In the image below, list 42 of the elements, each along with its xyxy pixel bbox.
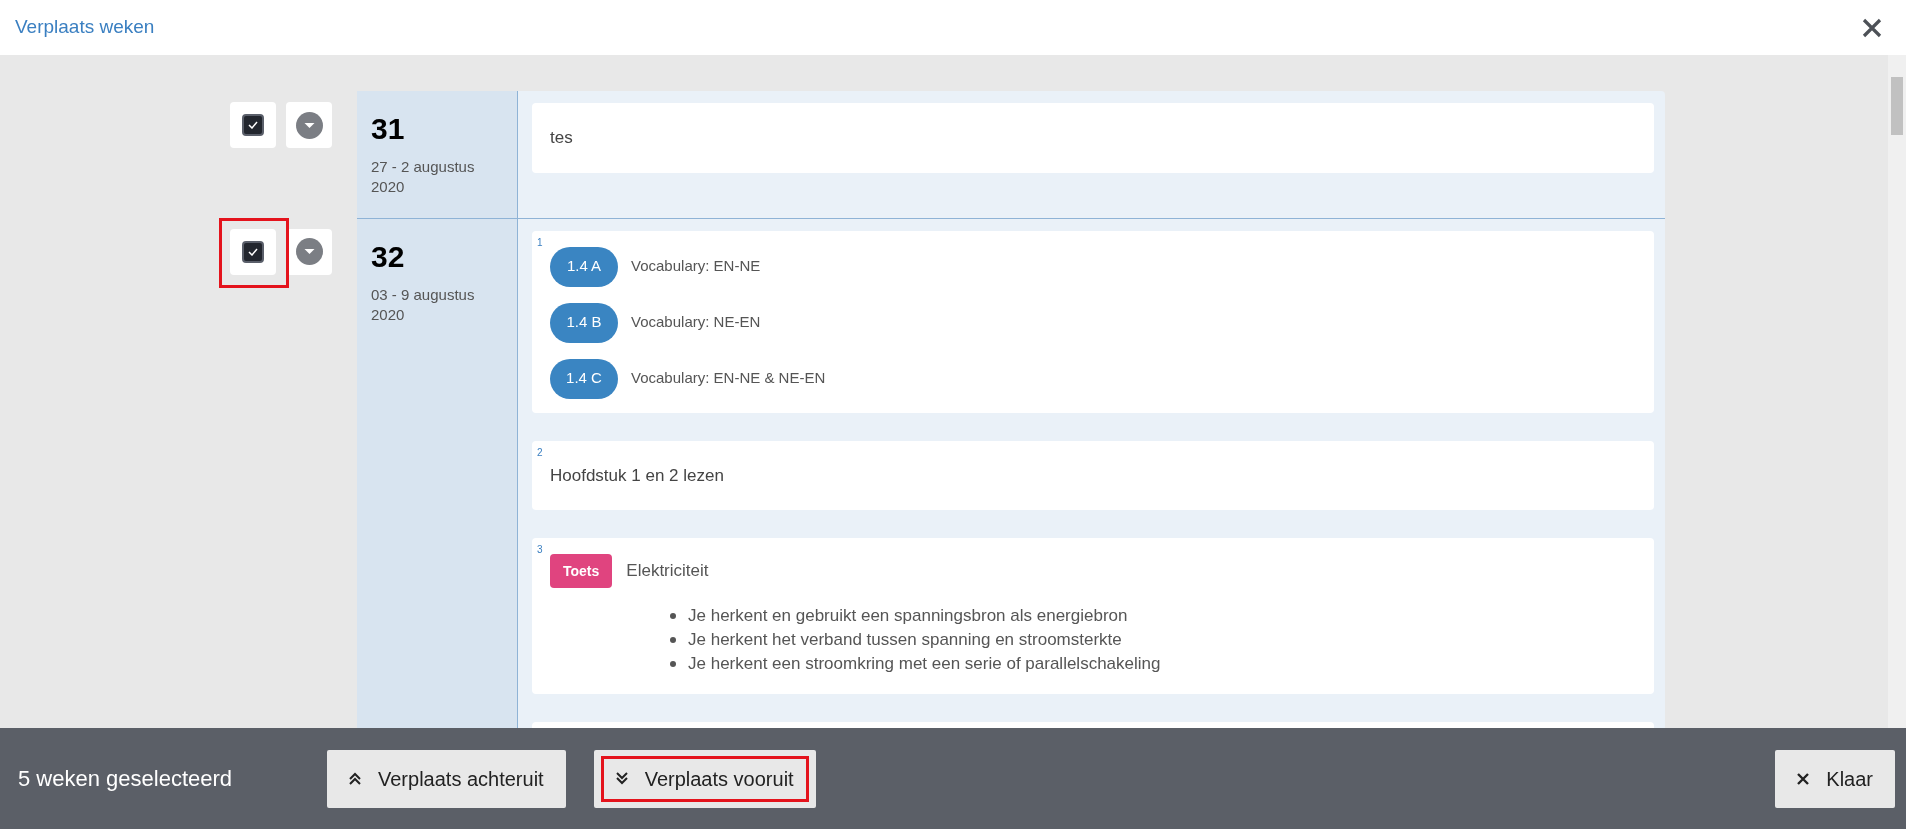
item-text: Hoofdstuk 1 en 2 lezen <box>550 465 724 485</box>
selection-count: 5 weken geselecteerd <box>18 765 234 793</box>
double-chevron-up-icon <box>349 772 361 785</box>
week-dates: 03 - 9 augustus 2020 <box>371 284 476 325</box>
item-text: tes <box>550 128 573 147</box>
week-menu-button[interactable] <box>286 228 332 275</box>
caret-down-circle-icon <box>295 111 323 139</box>
goal-text: Je herkent en gebruikt een spanningsbron als energiebron <box>688 605 1128 627</box>
lesson-title: Vocabulary: EN-NE <box>631 256 761 277</box>
close-icon <box>1797 772 1810 785</box>
lesson-pill[interactable]: 1.4 B <box>550 302 618 343</box>
goal-text: Je herkent een stroomkring met een serie of parallelschakeling <box>688 653 1161 675</box>
week-number: 32 <box>371 238 406 275</box>
double-chevron-down-icon <box>615 772 628 785</box>
week-number: 31 <box>371 111 406 147</box>
item-number: 1 <box>537 235 543 250</box>
back-button[interactable]: Verplaats achteruit <box>327 749 566 808</box>
test-tag: Toets <box>550 554 613 588</box>
checkbox[interactable] <box>242 240 264 263</box>
checkbox[interactable] <box>242 114 264 136</box>
week-dates: 27 - 2 augustus 2020 <box>371 157 476 197</box>
lesson-title: Vocabulary: NE-EN <box>631 312 761 333</box>
item-text: Elektriciteit <box>626 560 709 583</box>
lesson-title: Vocabulary: EN-NE & NE-EN <box>631 368 826 389</box>
check-icon <box>248 121 258 129</box>
bullet-icon <box>670 613 676 619</box>
lesson-pill[interactable]: 1.4 C <box>550 358 618 399</box>
item-number: 2 <box>537 445 543 460</box>
bullet-icon <box>670 661 676 667</box>
caret-down-circle-icon <box>295 238 323 265</box>
check-icon <box>248 247 258 256</box>
done-button[interactable]: Klaar <box>1775 749 1895 808</box>
dialog-title: Verplaats weken <box>15 15 155 40</box>
scrollbar[interactable] <box>1888 55 1906 728</box>
goal-text: Je herkent het verband tussen spanning en stroomsterkte <box>688 629 1122 651</box>
lesson-pill[interactable]: 1.4 A <box>550 246 618 287</box>
select-week-button[interactable] <box>230 228 276 275</box>
item-number: 3 <box>537 543 543 557</box>
week-menu-button[interactable] <box>286 102 332 148</box>
select-week-button[interactable] <box>230 102 276 148</box>
close-icon <box>1862 17 1882 38</box>
bullet-icon <box>670 637 676 643</box>
